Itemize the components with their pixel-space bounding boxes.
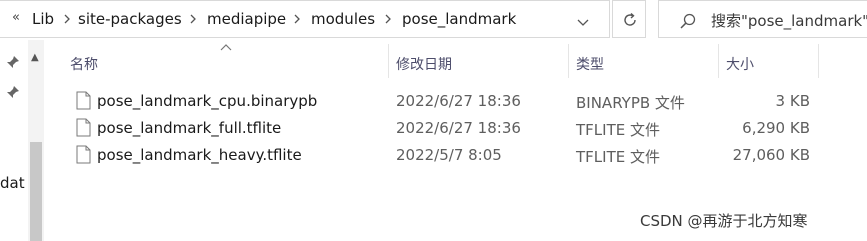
column-header-date[interactable]: 修改日期 (388, 43, 568, 79)
file-name: pose_landmark_heavy.tflite (97, 146, 302, 164)
nav-item-label[interactable]: dat (0, 174, 25, 192)
file-size: 3 KB (775, 92, 810, 110)
nav-scrollbar-thumb[interactable] (30, 142, 42, 241)
file-type: TFLITE 文件 (576, 121, 660, 139)
chevron-right-icon[interactable] (381, 12, 395, 26)
address-bar[interactable]: « Lib site-packages mediapipe modules po… (0, 0, 610, 38)
watermark: CSDN @再游于北方知寒 (640, 212, 808, 230)
file-icon (76, 118, 91, 141)
search-box[interactable]: 搜索"pose_landmark" (658, 0, 867, 38)
file-type: TFLITE 文件 (576, 148, 660, 166)
file-name: pose_landmark_full.tflite (97, 119, 282, 137)
file-modified-date: 2022/5/7 8:05 (396, 146, 502, 164)
chevron-right-icon[interactable] (290, 12, 304, 26)
breadcrumb-lib[interactable]: Lib (32, 10, 54, 28)
file-modified-date: 2022/6/27 18:36 (396, 92, 521, 110)
file-size: 6,290 KB (742, 119, 810, 137)
file-icon (76, 91, 91, 114)
navigation-pane: dat ▲ (0, 40, 44, 241)
pin-icon[interactable] (6, 54, 20, 73)
scroll-up-icon[interactable]: ▲ (31, 52, 39, 63)
toolbar: « Lib site-packages mediapipe modules po… (0, 0, 867, 40)
chevron-down-icon[interactable] (576, 14, 590, 33)
search-input[interactable]: 搜索"pose_landmark" (711, 10, 867, 31)
pin-icon[interactable] (6, 84, 20, 103)
column-header-size-label: 大小 (726, 57, 754, 73)
nav-scrollbar[interactable]: ▲ (28, 40, 44, 241)
column-header-name[interactable]: 名称 (60, 43, 388, 79)
column-header-name-label: 名称 (70, 57, 98, 73)
breadcrumb-overflow[interactable]: « (12, 10, 20, 25)
file-modified-date: 2022/6/27 18:36 (396, 119, 521, 137)
column-divider[interactable] (818, 44, 819, 78)
breadcrumb-mediapipe[interactable]: mediapipe (207, 10, 286, 28)
column-header-type[interactable]: 类型 (568, 43, 718, 79)
file-row[interactable]: pose_landmark_cpu.binarypb 2022/6/27 18:… (60, 88, 850, 115)
column-header-date-label: 修改日期 (396, 57, 452, 73)
column-header-size[interactable]: 大小 (718, 43, 818, 79)
chevron-right-icon[interactable] (60, 12, 74, 26)
file-type: BINARYPB 文件 (576, 94, 685, 112)
chevron-right-icon[interactable] (186, 12, 200, 26)
column-header-type-label: 类型 (576, 57, 604, 73)
breadcrumb-site-packages[interactable]: site-packages (78, 10, 182, 28)
file-size: 27,060 KB (732, 146, 810, 164)
breadcrumb-modules[interactable]: modules (311, 10, 375, 28)
refresh-button[interactable] (612, 0, 646, 38)
file-name: pose_landmark_cpu.binarypb (97, 92, 318, 110)
file-row[interactable]: pose_landmark_full.tflite 2022/6/27 18:3… (60, 115, 850, 142)
file-row[interactable]: pose_landmark_heavy.tflite 2022/5/7 8:05… (60, 142, 850, 169)
file-icon (76, 145, 91, 168)
breadcrumb-pose-landmark[interactable]: pose_landmark (402, 10, 516, 28)
